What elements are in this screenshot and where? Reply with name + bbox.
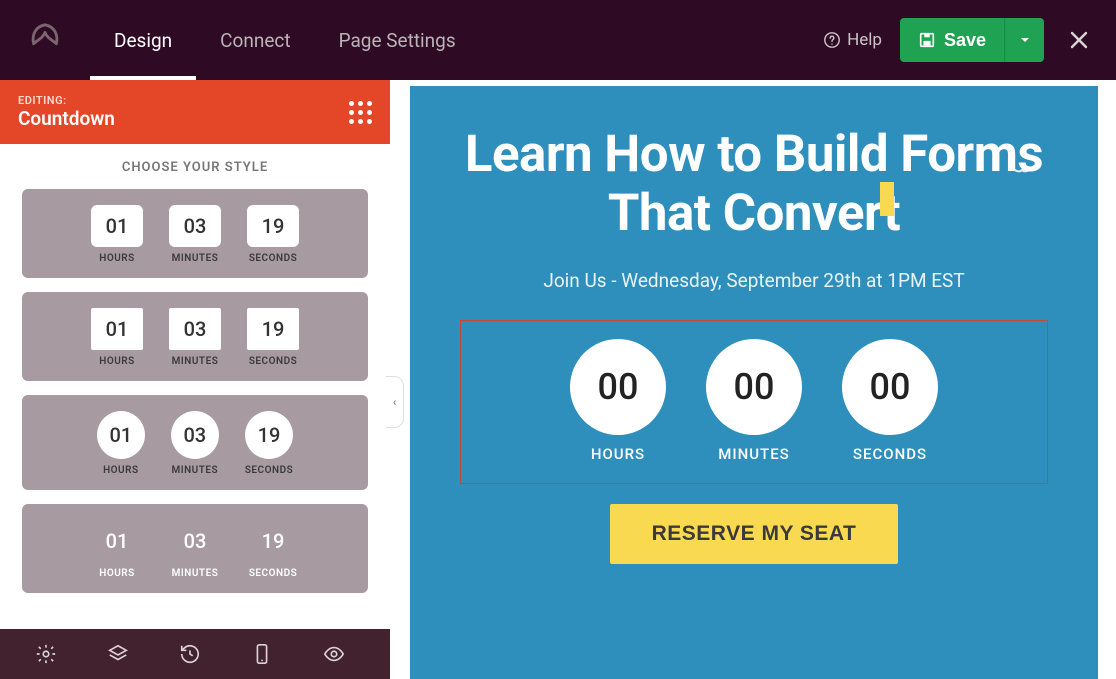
minutes-label: MINUTES bbox=[172, 568, 219, 579]
countdown-seconds-label: SECONDS bbox=[853, 445, 927, 463]
style-heading: CHOOSE YOUR STYLE bbox=[0, 144, 390, 189]
settings-button[interactable] bbox=[10, 629, 82, 679]
hours-label: HOURS bbox=[99, 356, 135, 367]
cta-label: RESERVE MY SEAT bbox=[652, 522, 857, 545]
topbar: Design Connect Page Settings Help Save bbox=[0, 0, 1116, 80]
seconds-label: SECONDS bbox=[245, 465, 293, 476]
history-button[interactable] bbox=[154, 629, 226, 679]
save-dropdown-button[interactable] bbox=[1004, 18, 1044, 62]
seconds-value: 19 bbox=[247, 308, 299, 350]
hours-label: HOURS bbox=[103, 465, 139, 476]
hours-value: 01 bbox=[91, 205, 143, 247]
drag-handle-icon[interactable] bbox=[349, 101, 372, 124]
seconds-label: SECONDS bbox=[249, 356, 297, 367]
style-list: 01 HOURS 03 MINUTES 19 SECONDS 01 HOURS 03 MI… bbox=[0, 189, 390, 629]
topbar-right: Help Save bbox=[823, 18, 1116, 62]
tab-label: Connect bbox=[220, 29, 290, 52]
eye-icon bbox=[322, 643, 346, 665]
hero-title[interactable]: Learn How to Build Forms That Convert bbox=[440, 126, 1068, 243]
bird-decoration-icon bbox=[1008, 162, 1036, 180]
app-logo bbox=[0, 21, 90, 59]
minutes-label: MINUTES bbox=[172, 356, 219, 367]
hours-value: 01 bbox=[97, 411, 145, 459]
mobile-icon bbox=[252, 643, 272, 665]
hours-label: HOURS bbox=[99, 568, 135, 579]
sidebar-collapse-handle[interactable]: ‹ bbox=[386, 376, 404, 428]
tab-label: Page Settings bbox=[339, 29, 456, 52]
countdown-hours-value: 00 bbox=[570, 339, 666, 435]
minutes-label: MINUTES bbox=[171, 465, 218, 476]
editing-label: EDITING: bbox=[18, 94, 115, 107]
close-button[interactable] bbox=[1062, 23, 1096, 57]
seconds-label: SECONDS bbox=[249, 253, 297, 264]
minutes-label: MINUTES bbox=[172, 253, 219, 264]
tab-page-settings[interactable]: Page Settings bbox=[315, 0, 480, 80]
minutes-value: 03 bbox=[169, 308, 221, 350]
help-link[interactable]: Help bbox=[823, 30, 882, 50]
editing-title: Countdown bbox=[18, 107, 115, 130]
minutes-value: 03 bbox=[171, 411, 219, 459]
close-icon bbox=[1068, 29, 1090, 51]
page-canvas[interactable]: Learn How to Build Forms That Convert Jo… bbox=[410, 86, 1098, 679]
countdown-seconds-value: 00 bbox=[842, 339, 938, 435]
tab-design[interactable]: Design bbox=[90, 0, 196, 80]
hero-subtitle[interactable]: Join Us - Wednesday, September 29th at 1… bbox=[440, 269, 1068, 292]
sidebar-bottombar bbox=[0, 629, 390, 679]
main-area: EDITING: Countdown CHOOSE YOUR STYLE 01 H… bbox=[0, 80, 1116, 679]
countdown-minutes-value: 00 bbox=[706, 339, 802, 435]
minutes-value: 03 bbox=[169, 520, 221, 562]
chevron-left-icon: ‹ bbox=[393, 395, 397, 409]
layers-icon bbox=[107, 643, 129, 665]
canvas-viewport[interactable]: Learn How to Build Forms That Convert Jo… bbox=[390, 80, 1116, 679]
minutes-value: 03 bbox=[169, 205, 221, 247]
history-icon bbox=[179, 643, 201, 665]
help-label: Help bbox=[847, 30, 882, 50]
save-button[interactable]: Save bbox=[900, 18, 1004, 62]
style-option-2[interactable]: 01 HOURS 03 MINUTES 19 SECONDS bbox=[22, 292, 368, 381]
hours-value: 01 bbox=[91, 520, 143, 562]
save-button-group: Save bbox=[900, 18, 1044, 62]
main-tabs: Design Connect Page Settings bbox=[90, 0, 480, 80]
sidebar: EDITING: Countdown CHOOSE YOUR STYLE 01 H… bbox=[0, 80, 390, 679]
seconds-label: SECONDS bbox=[249, 568, 297, 579]
style-option-1[interactable]: 01 HOURS 03 MINUTES 19 SECONDS bbox=[22, 189, 368, 278]
countdown-minutes-label: MINUTES bbox=[718, 445, 790, 463]
hours-value: 01 bbox=[91, 308, 143, 350]
tab-connect[interactable]: Connect bbox=[196, 0, 314, 80]
hours-label: HOURS bbox=[99, 253, 135, 264]
text-cursor-marker bbox=[880, 182, 894, 216]
gear-icon bbox=[35, 643, 57, 665]
caret-down-icon bbox=[1019, 34, 1031, 46]
layers-button[interactable] bbox=[82, 629, 154, 679]
style-option-3[interactable]: 01 HOURS 03 MINUTES 19 SECONDS bbox=[22, 395, 368, 490]
seconds-value: 19 bbox=[245, 411, 293, 459]
save-icon bbox=[918, 31, 936, 49]
countdown-widget[interactable]: 00 HOURS 00 MINUTES 00 SECONDS bbox=[460, 320, 1048, 484]
cta-button[interactable]: RESERVE MY SEAT bbox=[610, 504, 899, 564]
tab-label: Design bbox=[114, 29, 172, 52]
device-button[interactable] bbox=[226, 629, 298, 679]
countdown-hours-label: HOURS bbox=[591, 445, 645, 463]
seconds-value: 19 bbox=[247, 205, 299, 247]
style-option-4[interactable]: 01 HOURS 03 MINUTES 19 SECONDS bbox=[22, 504, 368, 593]
help-icon bbox=[823, 31, 841, 49]
editing-header: EDITING: Countdown bbox=[0, 80, 390, 144]
preview-button[interactable] bbox=[298, 629, 370, 679]
save-label: Save bbox=[944, 30, 986, 51]
seconds-value: 19 bbox=[247, 520, 299, 562]
